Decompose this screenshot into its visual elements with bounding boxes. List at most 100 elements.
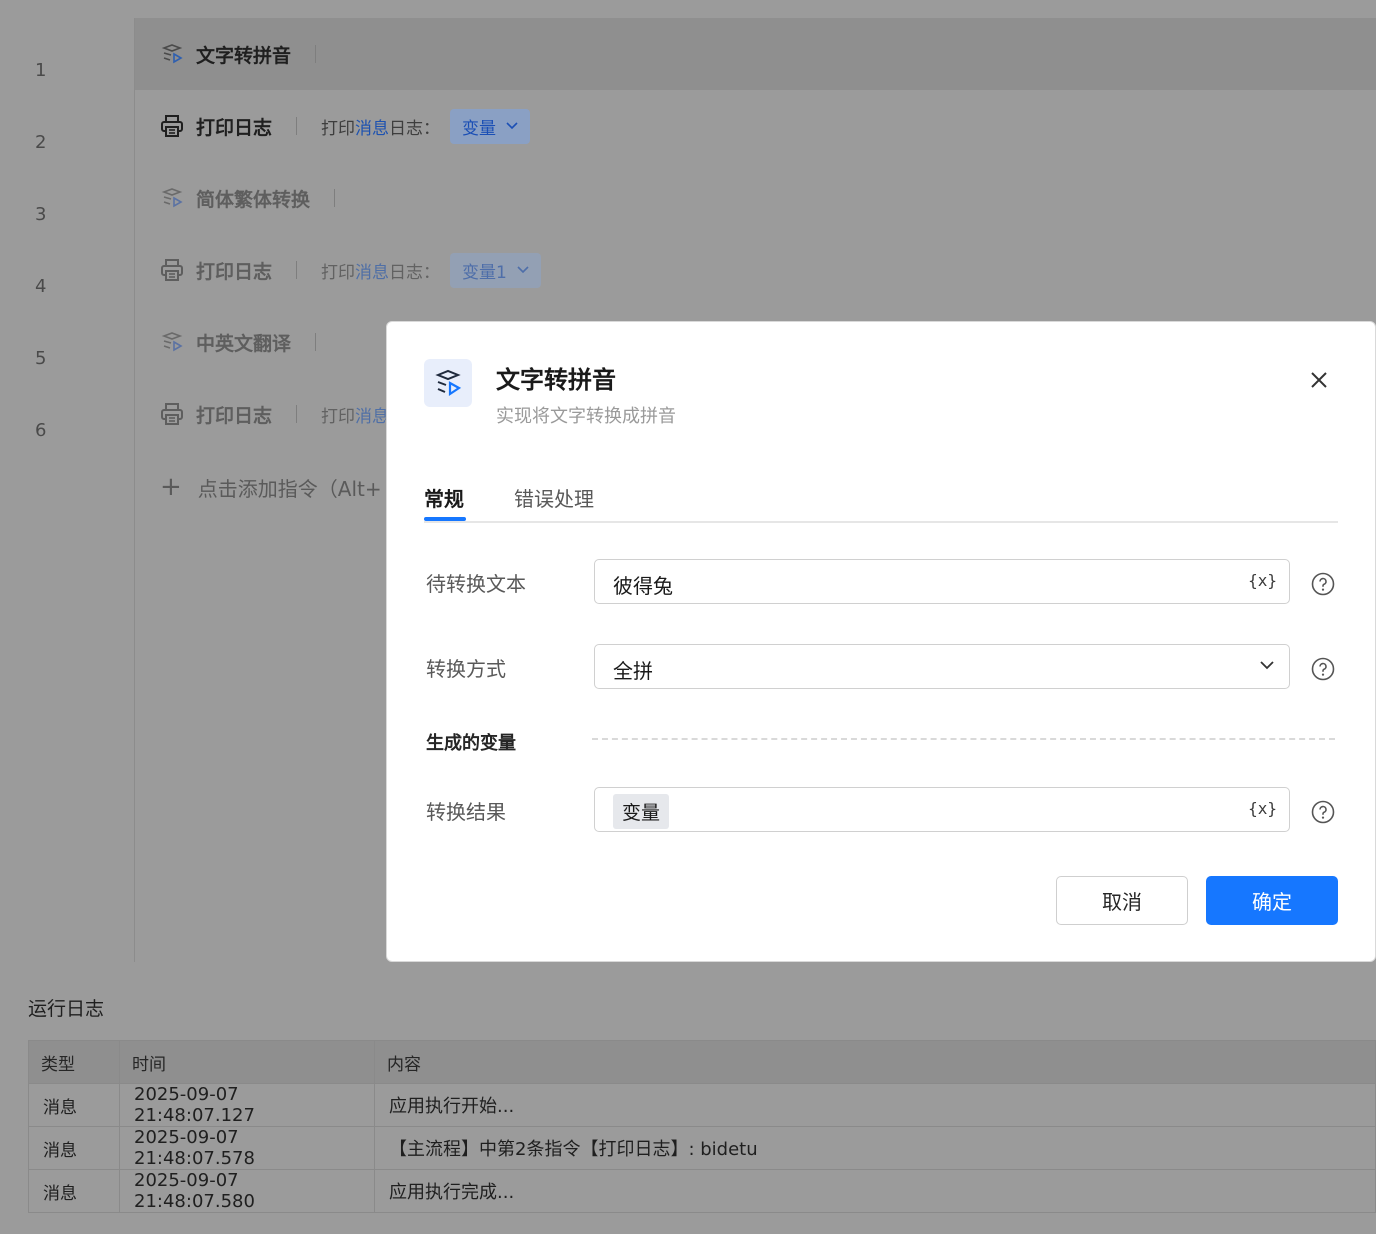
command-param: 打印 消息 日志： 变量1 — [321, 252, 541, 288]
printer-icon — [160, 114, 184, 138]
variable-name: 变量 — [462, 118, 497, 139]
log-content: 【主流程】中第2条指令【打印日志】: bidetu — [374, 1126, 1376, 1170]
column-header-type: 类型 — [28, 1040, 120, 1084]
command-settings-dialog: 文字转拼音 实现将文字转换成拼音 常规 错误处理 待转换文本 彼得兔 {x} 转… — [386, 321, 1376, 962]
convert-icon — [160, 186, 184, 210]
tab-error-handling[interactable]: 错误处理 — [514, 483, 594, 512]
insert-variable-button[interactable]: {x} — [1248, 799, 1277, 818]
log-type: 消息 — [28, 1083, 120, 1127]
printer-icon — [160, 402, 184, 426]
command-param: 打印 消息 — [321, 402, 389, 427]
divider — [315, 45, 317, 63]
method-select[interactable]: 全拼 — [594, 644, 1290, 689]
run-log-table: 类型 时间 内容 消息 2025-09-07 21:48:07.127 应用执行… — [28, 1040, 1376, 1213]
chevron-down-icon — [506, 122, 518, 130]
log-content: 应用执行完成... — [374, 1169, 1376, 1213]
log-time: 2025-09-07 21:48:07.578 — [119, 1126, 375, 1170]
chevron-down-icon — [1260, 661, 1274, 670]
add-command-button[interactable]: + 点击添加指令（Alt+ — [160, 472, 382, 502]
method-label: 转换方式 — [426, 657, 506, 681]
line-number-1: 1 — [35, 60, 47, 81]
log-time: 2025-09-07 21:48:07.580 — [119, 1169, 375, 1213]
dialog-subtitle: 实现将文字转换成拼音 — [496, 406, 676, 427]
table-row[interactable]: 消息 2025-09-07 21:48:07.578 【主流程】中第2条指令【打… — [28, 1126, 1376, 1170]
param-keyword: 消息 — [355, 118, 390, 139]
log-type: 消息 — [28, 1126, 120, 1170]
help-icon[interactable] — [1311, 572, 1335, 596]
param-keyword: 消息 — [355, 262, 390, 283]
pinyin-icon — [160, 42, 184, 66]
command-row-3[interactable]: 简体繁体转换 — [160, 180, 359, 216]
insert-variable-button[interactable]: {x} — [1248, 571, 1277, 590]
param-prefix: 打印 — [321, 262, 356, 283]
divider — [315, 333, 317, 351]
result-variable-input[interactable]: 变量 {x} — [594, 787, 1290, 832]
source-text-label: 待转换文本 — [426, 572, 526, 596]
chevron-down-icon — [517, 266, 529, 274]
param-suffix: 日志： — [389, 262, 441, 283]
help-icon[interactable] — [1311, 800, 1335, 824]
command-row-2[interactable]: 打印日志 打印 消息 日志： 变量 — [160, 108, 531, 144]
divider — [296, 261, 298, 279]
command-title: 中英文翻译 — [196, 332, 292, 355]
divider — [334, 189, 336, 207]
line-number-6: 6 — [35, 420, 47, 441]
confirm-button[interactable]: 确定 — [1206, 876, 1338, 925]
method-value: 全拼 — [613, 659, 653, 683]
divider — [296, 405, 298, 423]
section-divider — [592, 738, 1335, 740]
help-icon[interactable] — [1311, 657, 1335, 681]
command-title: 文字转拼音 — [196, 44, 292, 67]
printer-icon — [160, 258, 184, 282]
command-param: 打印 消息 日志： 变量 — [321, 108, 531, 144]
table-row[interactable]: 消息 2025-09-07 21:48:07.127 应用执行开始... — [28, 1083, 1376, 1127]
line-number-5: 5 — [35, 348, 47, 369]
line-number-4: 4 — [35, 276, 47, 297]
command-title: 打印日志 — [196, 260, 273, 283]
command-row-1[interactable]: 文字转拼音 — [160, 36, 340, 72]
plus-icon: + — [160, 472, 182, 502]
tab-general[interactable]: 常规 — [424, 483, 464, 512]
command-row-6[interactable]: 打印日志 打印 消息 — [160, 396, 389, 432]
variable-chip[interactable]: 变量 — [613, 794, 670, 829]
line-gutter: 1 2 3 4 5 6 — [10, 18, 135, 962]
param-suffix: 日志： — [389, 118, 441, 139]
run-log-title: 运行日志 — [28, 998, 105, 1020]
close-icon — [1311, 372, 1327, 388]
param-prefix: 打印 — [321, 118, 356, 139]
column-header-content: 内容 — [374, 1040, 1376, 1084]
run-log-panel: 运行日志 类型 时间 内容 消息 2025-09-07 21:48:07.127… — [10, 972, 1376, 1234]
result-label: 转换结果 — [426, 800, 506, 824]
source-text-input[interactable]: 彼得兔 {x} — [594, 559, 1290, 604]
dialog-tabs: 常规 错误处理 — [424, 477, 1338, 523]
line-number-2: 2 — [35, 132, 47, 153]
translate-icon — [160, 330, 184, 354]
command-row-4[interactable]: 打印日志 打印 消息 日志： 变量1 — [160, 252, 541, 288]
dialog-title: 文字转拼音 — [496, 366, 616, 394]
table-row[interactable]: 消息 2025-09-07 21:48:07.580 应用执行完成... — [28, 1169, 1376, 1213]
line-number-3: 3 — [35, 204, 47, 225]
editor-top-strip — [10, 0, 1376, 18]
output-variables-section: 生成的变量 — [426, 733, 516, 754]
command-title: 简体繁体转换 — [196, 188, 311, 211]
cancel-button[interactable]: 取消 — [1056, 876, 1188, 925]
variable-name: 变量1 — [462, 262, 507, 283]
close-button[interactable] — [1301, 362, 1337, 398]
param-prefix: 打印 — [321, 406, 356, 427]
table-header-row: 类型 时间 内容 — [28, 1040, 1376, 1084]
log-time: 2025-09-07 21:48:07.127 — [119, 1083, 375, 1127]
variable-dropdown[interactable]: 变量1 — [450, 252, 541, 288]
command-row-5[interactable]: 中英文翻译 — [160, 324, 340, 360]
divider — [296, 117, 298, 135]
column-header-time: 时间 — [119, 1040, 375, 1084]
command-title: 打印日志 — [196, 116, 273, 139]
command-title: 打印日志 — [196, 404, 273, 427]
active-tab-indicator — [424, 517, 466, 521]
pinyin-icon — [424, 359, 472, 407]
param-keyword: 消息 — [355, 406, 390, 427]
log-type: 消息 — [28, 1169, 120, 1213]
log-content: 应用执行开始... — [374, 1083, 1376, 1127]
add-command-label: 点击添加指令（Alt+ — [197, 476, 382, 501]
source-text-value: 彼得兔 — [613, 574, 673, 598]
variable-dropdown[interactable]: 变量 — [450, 108, 531, 144]
